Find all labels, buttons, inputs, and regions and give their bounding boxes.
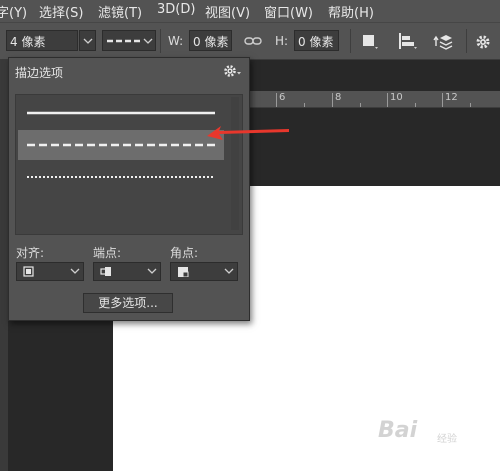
align-inside-icon xyxy=(23,266,34,277)
menu-help[interactable]: 帮助(H) xyxy=(328,2,374,21)
ruler-label: 6 xyxy=(279,92,286,103)
h-label: H: xyxy=(275,34,289,48)
ruler-label: 12 xyxy=(445,92,458,103)
link-icon[interactable] xyxy=(244,35,262,47)
menu-view[interactable]: 视图(V) xyxy=(205,2,250,21)
ruler-tick xyxy=(470,103,471,107)
align-label: 对齐: xyxy=(16,246,45,260)
tools-panel-edge xyxy=(0,60,8,471)
ruler-tick xyxy=(442,93,443,107)
path-arrangement-icon[interactable] xyxy=(432,31,454,53)
chevron-down-icon xyxy=(224,268,234,274)
ruler-label: 10 xyxy=(390,92,403,103)
menu-type[interactable]: 字(Y) xyxy=(0,2,27,21)
path-alignment-icon[interactable] xyxy=(397,32,419,52)
stroke-style-solid[interactable] xyxy=(18,98,224,128)
corners-label: 角点: xyxy=(170,246,199,260)
dashed-line-icon xyxy=(107,39,141,43)
ruler-tick xyxy=(415,103,416,107)
menu-window[interactable]: 窗口(W) xyxy=(264,2,313,21)
panel-title: 描边选项 xyxy=(15,66,64,80)
chevron-down-icon xyxy=(143,38,153,44)
chevron-down-icon xyxy=(147,268,157,274)
solid-line-icon xyxy=(27,111,215,115)
baidu-watermark-sub: 经验 xyxy=(437,434,457,445)
height-value: 0 像素 xyxy=(298,35,334,49)
ruler-tick xyxy=(360,103,361,107)
stroke-width-dropdown[interactable] xyxy=(79,30,96,51)
stroke-style-list xyxy=(15,94,243,235)
caps-label: 端点: xyxy=(93,246,122,260)
corners-dropdown[interactable] xyxy=(170,262,238,281)
list-scrollbar[interactable] xyxy=(231,97,239,230)
chevron-down-icon xyxy=(83,38,93,44)
align-dropdown[interactable] xyxy=(16,262,84,281)
gear-icon[interactable] xyxy=(222,63,244,79)
divider xyxy=(160,29,161,53)
cap-butt-icon xyxy=(100,267,111,276)
menu-bar: 字(Y) 选择(S) 滤镜(T) 3D(D) 视图(V) 窗口(W) 帮助(H) xyxy=(0,0,500,22)
chevron-down-icon xyxy=(70,268,80,274)
dashed-line-icon xyxy=(27,143,215,147)
ruler-tick xyxy=(387,93,388,107)
stroke-style-dashed[interactable] xyxy=(18,130,224,160)
stroke-width-field[interactable]: 4 像素 xyxy=(6,30,78,51)
more-options-button[interactable]: 更多选项... xyxy=(83,293,173,313)
width-input[interactable]: 0 像素 xyxy=(189,30,232,51)
dotted-line-icon xyxy=(27,176,215,178)
options-bar: 4 像素 W: 0 像素 H: 0 像素 xyxy=(0,22,500,60)
height-input[interactable]: 0 像素 xyxy=(294,30,339,51)
baidu-watermark: Bai xyxy=(378,418,418,443)
divider xyxy=(350,29,351,53)
menu-filter[interactable]: 滤镜(T) xyxy=(98,2,142,21)
ruler-tick xyxy=(304,103,305,107)
horizontal-ruler: 6 8 10 12 xyxy=(250,91,500,108)
w-label: W: xyxy=(168,34,184,48)
stroke-type-picker[interactable] xyxy=(102,30,156,51)
stroke-options-panel: 描边选项 对齐: 端点: 角点: 更多选项... xyxy=(8,57,250,321)
corner-miter-icon xyxy=(178,267,189,277)
stroke-style-dotted[interactable] xyxy=(18,162,224,192)
stroke-width-value: 4 像素 xyxy=(10,35,46,49)
ruler-tick xyxy=(276,93,277,107)
ruler-tick xyxy=(332,93,333,107)
width-value: 0 像素 xyxy=(193,35,229,49)
ruler-label: 8 xyxy=(335,92,342,103)
caps-dropdown[interactable] xyxy=(93,262,161,281)
menu-3d[interactable]: 3D(D) xyxy=(157,2,195,17)
divider xyxy=(466,29,467,53)
gear-icon[interactable] xyxy=(474,33,494,51)
path-operations-icon[interactable] xyxy=(361,32,381,52)
menu-select[interactable]: 选择(S) xyxy=(39,2,83,21)
red-arrow-annotation xyxy=(207,126,289,140)
